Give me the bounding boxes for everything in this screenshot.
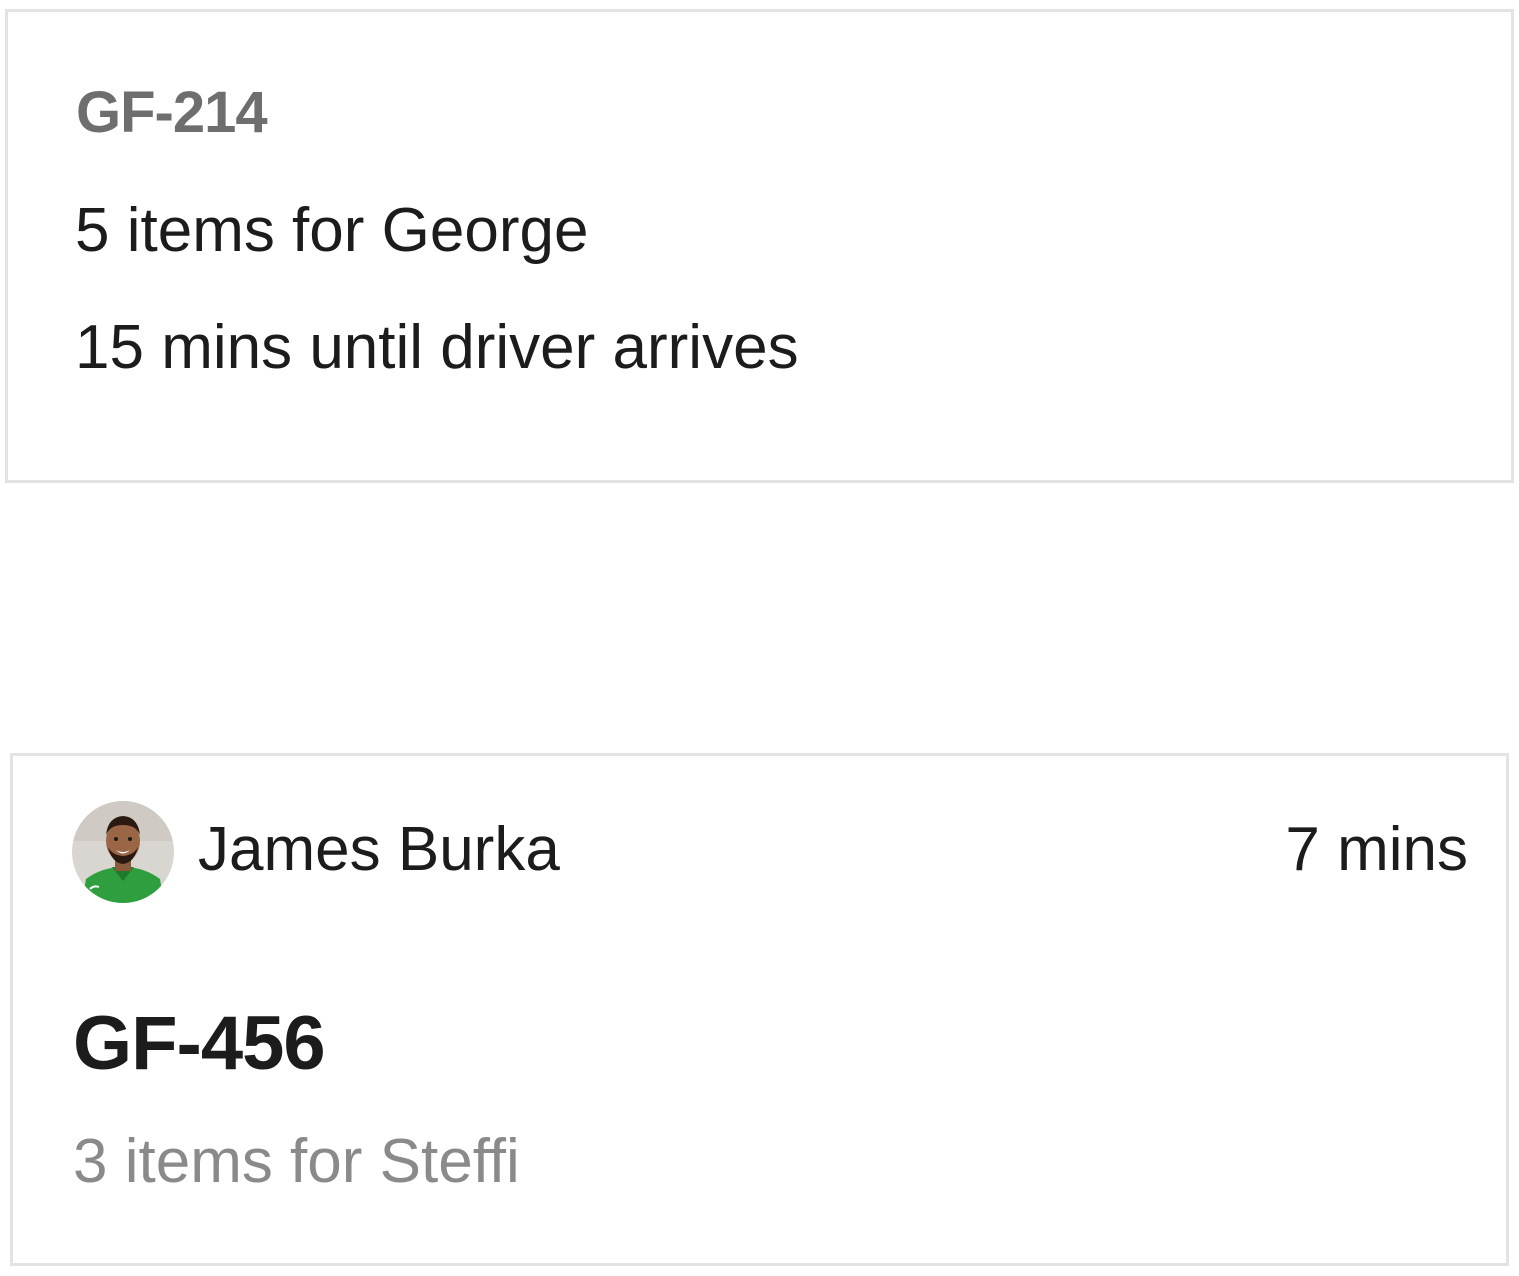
- driver-eta: 15 mins until driver arrives: [75, 313, 799, 382]
- driver-avatar: [72, 801, 174, 903]
- order-card-gf-214[interactable]: GF-214 5 items for George 15 mins until …: [5, 9, 1514, 483]
- order-id: GF-456: [73, 1001, 326, 1086]
- driver-eta-minutes: 7 mins: [1285, 815, 1468, 884]
- order-id: GF-214: [76, 80, 268, 145]
- driver-name: James Burka: [198, 815, 560, 884]
- order-items-summary: 5 items for George: [75, 196, 589, 265]
- order-card-gf-456[interactable]: James Burka 7 mins GF-456 3 items for St…: [10, 753, 1509, 1266]
- order-items-summary: 3 items for Steffi: [73, 1127, 520, 1196]
- driver-avatar-icon: [72, 801, 174, 903]
